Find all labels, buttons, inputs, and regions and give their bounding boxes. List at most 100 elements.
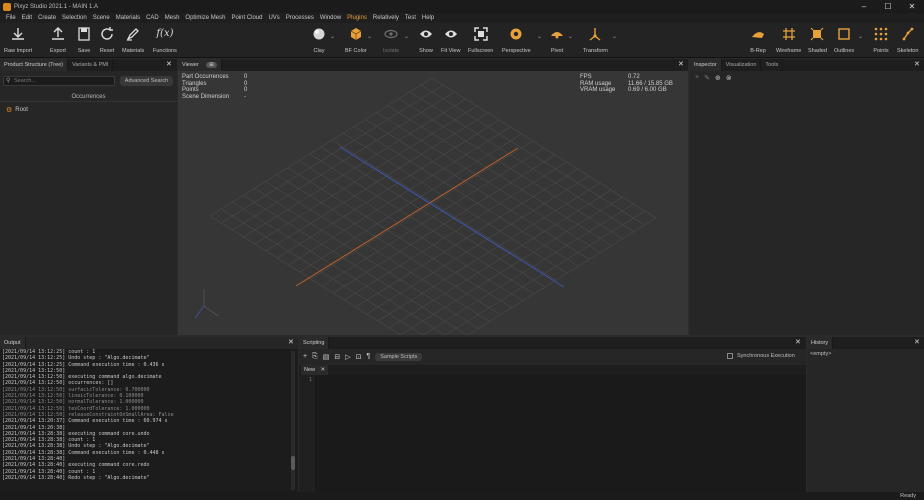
menu-plugins[interactable]: Plugins [344,15,370,21]
isolate-button[interactable]: Isolate [383,26,399,54]
bf-color-dropdown-icon[interactable]: ⌄ [367,33,372,40]
upload-icon [52,27,64,40]
transform-dropdown-icon[interactable]: ⌄ [612,33,617,40]
brep-button[interactable]: B-Rep [750,26,766,54]
points-button[interactable]: Points [873,26,889,54]
fullscreen-button[interactable]: Fullscreen [468,26,493,54]
new-script-icon[interactable]: + [303,353,307,360]
tab-visualization[interactable]: Visualization [721,59,762,71]
add-property-icon[interactable]: + [695,74,699,82]
perf-label: VRAM usage [580,87,616,93]
menu-optimize-mesh[interactable]: Optimize Mesh [182,15,228,21]
menu-scene[interactable]: Scene [90,15,113,21]
synchronous-execution-checkbox[interactable]: Synchronous Execution [727,353,795,359]
clay-dropdown-icon[interactable]: ⌄ [330,33,335,40]
transform-gizmo-icon [589,28,601,41]
transform-button[interactable]: Transform [583,26,608,54]
x-axis-line [295,147,519,287]
menu-help[interactable]: Help [419,15,437,21]
tab-variants-pmi[interactable]: Variants & PMI [68,59,114,71]
run-script-icon[interactable]: ▷ [345,353,350,361]
skeleton-button[interactable]: Skeleton [897,26,918,54]
checkbox-box[interactable] [727,353,733,359]
menu-create[interactable]: Create [35,15,59,21]
menu-window[interactable]: Window [317,15,344,21]
menu-uvs[interactable]: UVs [265,15,282,21]
menu-edit[interactable]: Edit [19,15,35,21]
tab-tools[interactable]: Tools [761,59,784,71]
fit-view-button[interactable]: Fit View [441,26,460,54]
camera-icon [510,28,522,40]
pivot-dropdown-icon[interactable]: ⌄ [568,33,573,40]
remove-component-icon[interactable]: ⊗ [726,74,732,82]
history-close-icon[interactable]: ✕ [914,338,920,346]
occurrence-gear-icon: ⚙ [6,107,13,114]
close-script-tab-icon[interactable]: ✕ [321,367,326,373]
menu-selection[interactable]: Selection [59,15,90,21]
tab-history[interactable]: History [807,337,834,349]
wireframe-button[interactable]: Wireframe [776,26,801,54]
status-text: Ready [900,493,916,499]
viewer-close-icon[interactable]: ✕ [678,60,684,68]
menu-processes[interactable]: Processes [283,15,317,21]
tab-inspector[interactable]: Inspector [690,59,722,71]
menu-test[interactable]: Test [402,15,419,21]
right-panel-close-icon[interactable]: ✕ [914,60,920,68]
output-close-icon[interactable]: ✕ [288,338,294,346]
search-placeholder: Search... [14,78,37,84]
pilcrow-icon[interactable]: ¶ [366,353,370,360]
isolate-dropdown-icon[interactable]: ⌄ [404,33,409,40]
materials-button[interactable]: Materials [122,26,144,54]
save-script-icon[interactable]: ▤ [323,353,330,361]
scrollbar-thumb[interactable] [291,456,295,470]
advanced-search-button[interactable]: Advanced Search [120,76,173,86]
perspective-dropdown-icon[interactable]: ⌄ [537,33,542,40]
perspective-button[interactable]: Perspective [502,26,531,54]
viewer-tabs: Viewer ⊞ [178,59,688,71]
menu-point-cloud[interactable]: Point Cloud [228,15,265,21]
script-editor[interactable]: 1 [299,375,806,492]
tab-new-script[interactable]: New ✕ [301,365,329,375]
menu-relatively[interactable]: Relatively [370,15,402,21]
tree-item-root[interactable]: ⚙ Root [6,106,28,114]
search-input[interactable]: ⚲ Search... [3,76,115,86]
output-scrollbar[interactable] [291,351,295,490]
pivot-button[interactable]: Pivot [549,26,565,54]
menu-file[interactable]: File [3,15,19,21]
viewport-3d[interactable] [178,71,688,335]
outlines-dropdown-icon[interactable]: ⌄ [858,33,863,40]
menu-mesh[interactable]: Mesh [162,15,183,21]
tab-viewer[interactable]: Viewer ⊞ [178,59,222,71]
show-button[interactable]: Show [418,26,434,54]
bf-color-button[interactable]: BF Color [345,26,367,54]
maximize-button[interactable]: ☐ [876,0,900,13]
run-selection-icon[interactable]: ⊡ [356,353,362,361]
tab-scripting[interactable]: Scripting [299,337,330,349]
export-button[interactable]: Export [50,26,66,54]
open-script-icon[interactable]: ⎘ [312,353,318,361]
left-panel-close-icon[interactable]: ✕ [166,60,172,68]
scripting-close-icon[interactable]: ✕ [795,338,801,346]
add-component-icon[interactable]: ⊕ [715,74,721,82]
outlines-button[interactable]: Outlines [834,26,854,54]
edit-property-icon[interactable]: ✎ [704,74,710,82]
sample-scripts-button[interactable]: Sample Scripts [375,352,423,361]
raw-import-button[interactable]: Raw Import [4,26,32,54]
menu-cad[interactable]: CAD [143,15,162,21]
tab-output[interactable]: Output [0,337,26,349]
save-button[interactable]: Save [76,26,92,54]
save-as-icon[interactable]: ⊟ [334,353,340,361]
shaded-button[interactable]: Shaded [808,26,827,54]
function-icon: f(x) [156,28,174,39]
tab-product-structure[interactable]: Product Structure (Tree) [0,59,69,71]
performance-stats: FPS 0.72 RAM usage 11.66 / 15.85 GB VRAM usa… [580,74,673,94]
close-button[interactable]: ✕ [900,0,924,13]
viewer-panel: Viewer ⊞ ✕ Part Occurrences 0 Triangles 0 Po… [178,59,688,335]
menu-materials[interactable]: Materials [113,15,143,21]
minimize-button[interactable]: – [852,0,876,13]
reset-button[interactable]: Reset [99,26,115,54]
clay-button[interactable]: Clay [311,26,327,54]
inspector-panel: Inspector Visualization Tools ✕ + ✎ ⊕ ⊗ [690,59,924,335]
perf-row: VRAM usage 0.69 / 6.00 GB [580,87,673,94]
functions-button[interactable]: f(x) Functions [153,26,177,54]
